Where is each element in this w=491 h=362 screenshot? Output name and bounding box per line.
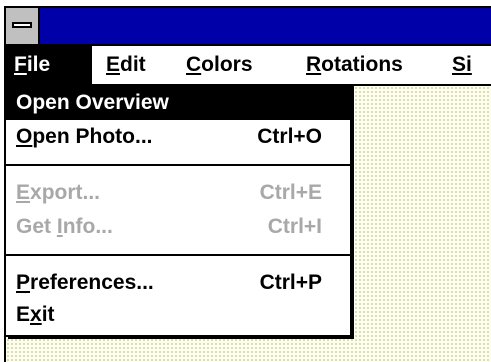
menu-item-open-overview[interactable]: Open Overview bbox=[6, 86, 350, 120]
menu-file[interactable]: File bbox=[6, 46, 92, 84]
menu-item-mnemonic: x bbox=[30, 303, 42, 326]
menu-colors-mnemonic: C bbox=[186, 53, 202, 76]
menu-item-mnemonic: E bbox=[16, 181, 31, 204]
menu-item-shortcut: Ctrl+P bbox=[259, 271, 322, 294]
menu-item-label: Open Overview bbox=[16, 91, 169, 114]
menu-rotations-mnemonic: R bbox=[306, 53, 322, 76]
menu-item-label-post: it bbox=[41, 303, 55, 326]
menu-item-label-post: xport... bbox=[30, 181, 101, 204]
menu-file-mnemonic: F bbox=[14, 53, 27, 76]
menu-edit[interactable]: Edit bbox=[106, 46, 146, 84]
menu-separator bbox=[6, 254, 350, 256]
menu-separator bbox=[6, 164, 350, 166]
menu-rotations-label-post: otations bbox=[321, 53, 403, 76]
system-menu-icon bbox=[12, 22, 32, 28]
menu-item-exit[interactable]: Exit bbox=[6, 298, 350, 332]
menu-item-open-photo[interactable]: Open Photo... Ctrl+O bbox=[6, 120, 350, 154]
menu-item-export: Export... Ctrl+E bbox=[6, 176, 350, 210]
app-window: File Edit Colors Rotations Si Open Overv… bbox=[4, 6, 491, 362]
menu-edit-mnemonic: E bbox=[106, 53, 121, 76]
title-bar bbox=[6, 8, 491, 46]
system-menu-button[interactable] bbox=[6, 8, 40, 44]
menu-item-shortcut: Ctrl+E bbox=[259, 181, 322, 204]
menu-item-label-post: nfo... bbox=[62, 215, 113, 238]
menu-item-mnemonic: P bbox=[16, 271, 31, 294]
menu-item-label: Get bbox=[16, 215, 57, 238]
menu-item-shortcut: Ctrl+O bbox=[257, 125, 322, 148]
file-dropdown-menu: Open Overview Open Photo... Ctrl+O Expor… bbox=[6, 84, 352, 337]
menu-si[interactable]: Si bbox=[452, 46, 472, 84]
menu-si-mnemonic: Si bbox=[452, 53, 472, 76]
menu-item-preferences[interactable]: Preferences... Ctrl+P bbox=[6, 266, 350, 300]
menu-file-label-post: ile bbox=[26, 53, 51, 76]
menu-item-label: E bbox=[16, 303, 31, 326]
menu-edit-label-post: dit bbox=[120, 53, 146, 76]
menu-rotations[interactable]: Rotations bbox=[306, 46, 403, 84]
menu-item-label-post: pen Photo... bbox=[32, 125, 153, 148]
menu-bar: File Edit Colors Rotations Si bbox=[6, 46, 491, 86]
menu-item-shortcut: Ctrl+I bbox=[267, 215, 322, 238]
menu-colors[interactable]: Colors bbox=[186, 46, 253, 84]
menu-item-get-info: Get Info... Ctrl+I bbox=[6, 210, 350, 244]
menu-colors-label-post: olors bbox=[201, 53, 253, 76]
menu-item-label-post: references... bbox=[30, 271, 154, 294]
menu-item-mnemonic: O bbox=[16, 125, 33, 148]
